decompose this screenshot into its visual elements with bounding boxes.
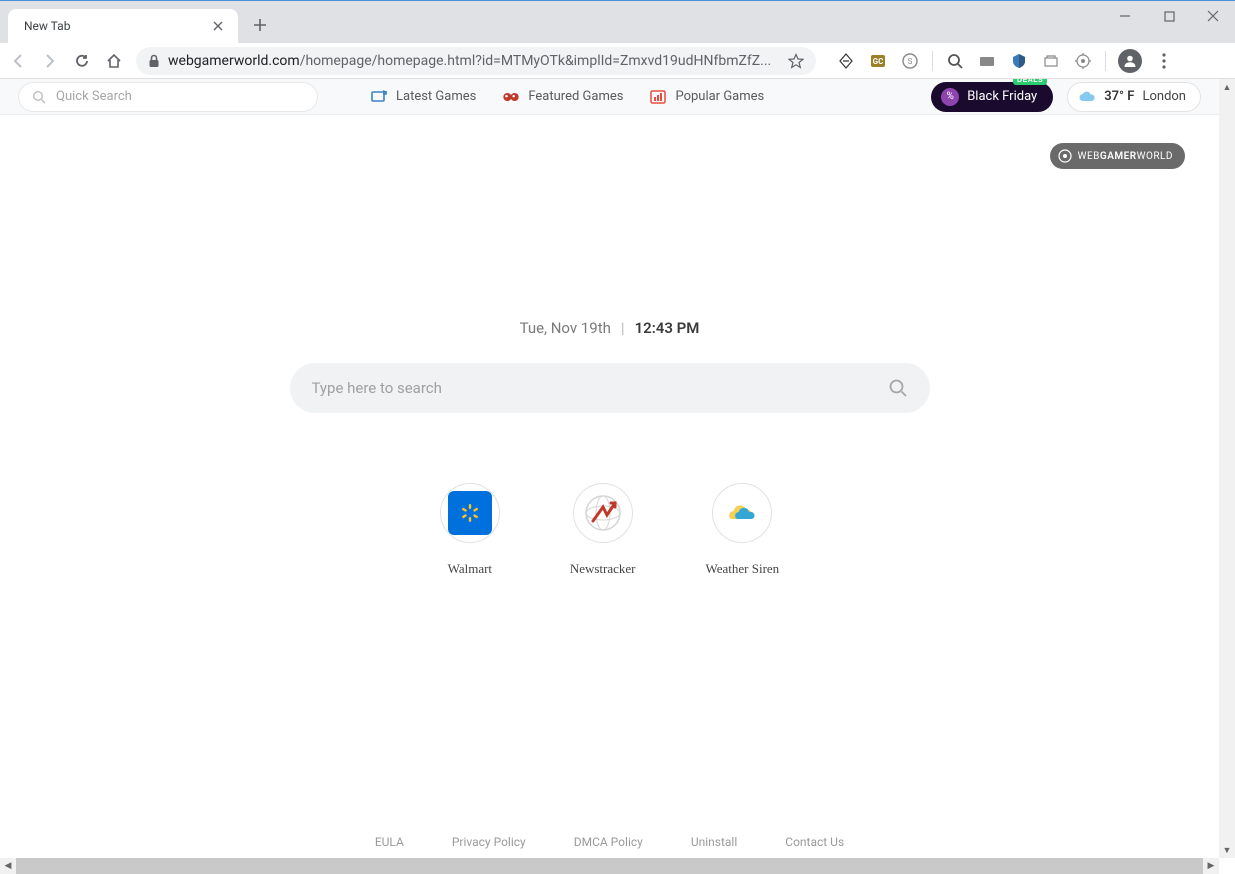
profile-avatar-icon[interactable]	[1118, 49, 1142, 73]
url-input[interactable]: webgamerworld.com/homepage/homepage.html…	[136, 47, 816, 75]
close-tab-icon[interactable]	[210, 18, 226, 34]
bookmark-star-icon[interactable]	[788, 53, 804, 69]
featured-games-link[interactable]: Featured Games	[502, 88, 623, 106]
tile-weather-siren[interactable]: Weather Siren	[706, 483, 780, 577]
logo-suffix: WORLD	[1137, 151, 1173, 162]
tile-walmart[interactable]: Walmart	[440, 483, 500, 577]
url-path: /homepage/homepage.html?id=MTMyOTk&implI…	[300, 53, 772, 69]
tile-label: Walmart	[448, 561, 492, 577]
deals-badge: DEALS	[1013, 79, 1047, 85]
home-button[interactable]	[104, 51, 124, 71]
walmart-icon	[459, 502, 481, 524]
scroll-up-icon[interactable]: ▲	[1219, 79, 1235, 95]
weather-siren-icon	[724, 495, 760, 531]
scroll-down-icon[interactable]: ▼	[1219, 842, 1235, 858]
svg-text:GC: GC	[873, 57, 884, 66]
cloud-icon	[1078, 90, 1096, 104]
horizontal-scrollbar[interactable]: ◀ ▶	[0, 858, 1219, 874]
latest-games-link[interactable]: Latest Games	[370, 88, 476, 106]
search-icon	[32, 90, 46, 104]
popular-games-link[interactable]: Popular Games	[649, 88, 764, 106]
back-button[interactable]	[8, 51, 28, 71]
reload-button[interactable]	[72, 51, 92, 71]
quick-search-input[interactable]: Quick Search	[18, 82, 318, 112]
logo[interactable]: WEBGAMERWORLD	[1050, 143, 1185, 169]
vertical-scrollbar[interactable]: ▲ ▼	[1219, 79, 1235, 858]
gamepad-icon	[1058, 149, 1072, 163]
page-toolbar: Quick Search Latest Games Featured Games	[0, 79, 1219, 115]
promo-label: Black Friday	[967, 89, 1037, 104]
svg-text:S: S	[908, 57, 913, 66]
logo-mid: GAMER	[1100, 151, 1137, 162]
percent-icon: %	[941, 88, 959, 106]
extension-icon-4[interactable]	[945, 51, 965, 71]
footer: EULA Privacy Policy DMCA Policy Uninstal…	[0, 826, 1219, 858]
weather-button[interactable]: 37° F London	[1067, 82, 1201, 112]
url-domain: webgamerworld.com	[168, 53, 300, 69]
logo-prefix: WEB	[1078, 151, 1100, 162]
refresh-screen-icon	[370, 88, 388, 106]
newstracker-icon	[583, 493, 623, 533]
scroll-right-icon[interactable]: ▶	[1203, 858, 1219, 874]
lock-icon	[148, 54, 160, 68]
extension-icon-1[interactable]	[836, 51, 856, 71]
tab-title: New Tab	[24, 19, 70, 33]
close-window-button[interactable]	[1191, 1, 1235, 31]
browser-tab[interactable]: New Tab	[8, 9, 238, 43]
quick-search-placeholder: Quick Search	[56, 89, 132, 104]
main-search-box[interactable]	[290, 363, 930, 413]
date-text: Tue, Nov 19th	[520, 319, 611, 337]
weather-city: London	[1142, 89, 1186, 104]
extension-icon-5[interactable]	[977, 51, 997, 71]
address-bar: webgamerworld.com/homepage/homepage.html…	[0, 43, 1235, 79]
tile-label: Newstracker	[570, 561, 636, 577]
goggles-icon	[502, 88, 520, 106]
extension-icon-8[interactable]	[1073, 51, 1093, 71]
minimize-button[interactable]	[1103, 1, 1147, 31]
extension-icon-6[interactable]	[1009, 51, 1029, 71]
extension-icons: GC S	[828, 49, 1182, 73]
extension-icon-3[interactable]: S	[900, 51, 920, 71]
tile-label: Weather Siren	[706, 561, 780, 577]
scroll-left-icon[interactable]: ◀	[0, 858, 16, 874]
toolbar-link-label: Latest Games	[396, 89, 476, 104]
footer-link-uninstall[interactable]: Uninstall	[691, 835, 737, 849]
footer-link-eula[interactable]: EULA	[375, 835, 404, 849]
datetime: Tue, Nov 19th | 12:43 PM	[520, 319, 700, 337]
chart-icon	[649, 88, 667, 106]
footer-link-dmca[interactable]: DMCA Policy	[574, 835, 643, 849]
footer-link-contact[interactable]: Contact Us	[785, 835, 844, 849]
footer-link-privacy[interactable]: Privacy Policy	[452, 835, 526, 849]
browser-menu-icon[interactable]	[1154, 53, 1174, 69]
new-tab-button[interactable]	[246, 11, 274, 39]
black-friday-button[interactable]: DEALS % Black Friday	[931, 82, 1053, 112]
main-search-input[interactable]	[312, 379, 874, 397]
maximize-button[interactable]	[1147, 1, 1191, 31]
title-bar: New Tab	[0, 1, 1235, 43]
extension-icon-7[interactable]	[1041, 51, 1061, 71]
time-text: 12:43 PM	[635, 319, 700, 337]
search-icon[interactable]	[888, 378, 908, 398]
forward-button[interactable]	[40, 51, 60, 71]
toolbar-link-label: Featured Games	[528, 89, 623, 104]
weather-temp: 37° F	[1104, 89, 1134, 104]
extension-icon-2[interactable]: GC	[868, 51, 888, 71]
tile-newstracker[interactable]: Newstracker	[570, 483, 636, 577]
toolbar-link-label: Popular Games	[675, 89, 764, 104]
